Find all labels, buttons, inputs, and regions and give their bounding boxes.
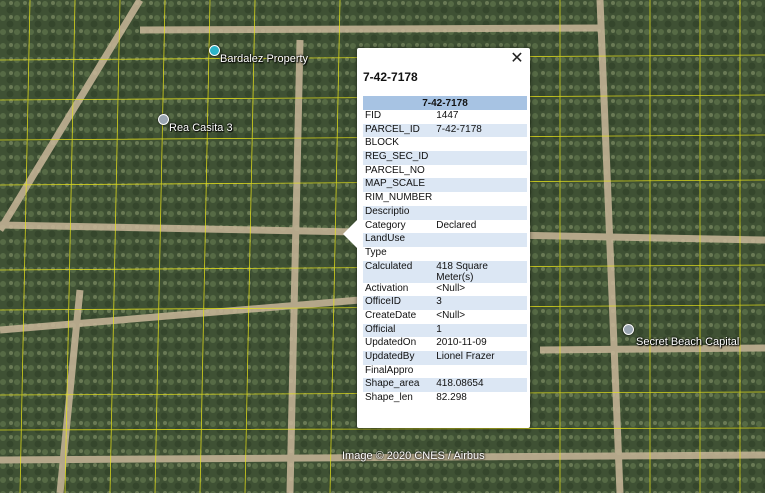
attribute-row: Descriptio bbox=[363, 205, 527, 220]
attribute-row: OfficeID 3 bbox=[363, 296, 527, 310]
rea-casita-pin-icon[interactable] bbox=[158, 114, 169, 125]
attribute-row: Official 1 bbox=[363, 323, 527, 338]
attribute-row: REG_SEC_ID bbox=[363, 151, 527, 165]
attribute-value: 2010-11-09 bbox=[436, 337, 487, 349]
attribute-value bbox=[434, 247, 527, 261]
attribute-key: RIM_NUMBER bbox=[365, 192, 433, 204]
place-label-bardalez-property[interactable]: Bardalez Property bbox=[220, 53, 308, 65]
attribute-row: BLOCK bbox=[363, 137, 527, 151]
close-icon[interactable]: ✕ bbox=[508, 50, 526, 68]
attribute-value: 418.08654 bbox=[434, 378, 527, 393]
attribute-row: CreateDate <Null> bbox=[363, 310, 527, 324]
attribute-key: Calculated bbox=[363, 260, 435, 283]
attribute-key: FinalAppro bbox=[365, 364, 414, 376]
attribute-key: REG_SEC_ID bbox=[363, 151, 435, 165]
attribute-row: LandUse bbox=[363, 233, 527, 247]
attribute-table-header: 7-42-7178 bbox=[363, 96, 527, 110]
attribute-value: <Null> bbox=[436, 282, 466, 294]
attribute-key: UpdatedOn bbox=[365, 337, 417, 349]
attribute-key: OfficeID bbox=[363, 296, 435, 310]
place-label-secret-beach-capital[interactable]: Secret Beach Capital bbox=[636, 336, 739, 348]
popup-pointer bbox=[343, 220, 357, 248]
attribute-key: PARCEL_ID bbox=[363, 123, 435, 138]
attribute-key: Shape_area bbox=[363, 378, 435, 393]
attribute-key: FID bbox=[365, 110, 382, 121]
attribute-value bbox=[434, 137, 527, 151]
attribute-key: BLOCK bbox=[365, 137, 399, 149]
imagery-attribution: Image © 2020 CNES / Airbus bbox=[342, 450, 485, 462]
attribute-value: 3 bbox=[434, 296, 527, 310]
attribute-row: Activation <Null> bbox=[363, 283, 527, 297]
attribute-value: 1 bbox=[434, 323, 527, 338]
attribute-row: FinalAppro bbox=[363, 365, 527, 379]
attribute-value bbox=[434, 205, 527, 220]
parcel-info-popup: ✕ 7-42-7178 7-42-7178 FID 1447 PARCEL_ID 7-… bbox=[343, 48, 530, 428]
secret-beach-capital-pin-icon[interactable] bbox=[623, 324, 634, 335]
attribute-value: Lionel Frazer bbox=[434, 351, 527, 365]
place-label-rea-casita-3[interactable]: Rea Casita 3 bbox=[169, 122, 233, 134]
attribute-value: 7-42-7178 bbox=[434, 123, 527, 138]
attribute-row: MAP_SCALE bbox=[363, 178, 527, 193]
attribute-value: 1447 bbox=[436, 110, 459, 121]
attribute-value: 418 Square Meter(s) bbox=[434, 260, 527, 283]
attribute-key: Descriptio bbox=[363, 205, 435, 220]
attribute-key: Shape_len bbox=[365, 392, 413, 404]
attribute-value: 82.298 bbox=[436, 392, 467, 404]
attribute-key: PARCEL_NO bbox=[365, 164, 425, 176]
attribute-row: Type bbox=[363, 247, 527, 261]
bardalez-property-pin-icon[interactable] bbox=[209, 45, 220, 56]
attribute-value: Declared bbox=[436, 219, 477, 231]
attribute-value: <Null> bbox=[436, 309, 466, 321]
attribute-key: UpdatedBy bbox=[363, 351, 435, 365]
attribute-key: MAP_SCALE bbox=[363, 178, 435, 193]
attribute-value bbox=[434, 192, 527, 206]
attribute-row: FID 1447 bbox=[363, 110, 527, 124]
attribute-row: Shape_area 418.08654 bbox=[363, 378, 527, 393]
attribute-row: UpdatedBy Lionel Frazer bbox=[363, 351, 527, 365]
attribute-key: Category bbox=[365, 219, 406, 231]
attribute-key: Official bbox=[363, 323, 435, 338]
attribute-row: Category Declared bbox=[363, 220, 527, 234]
attribute-value bbox=[434, 233, 527, 247]
attribute-row: UpdatedOn 2010-11-09 bbox=[363, 337, 527, 351]
attribute-table: 7-42-7178 FID 1447 PARCEL_ID 7-42-7178 BLOCK… bbox=[363, 96, 527, 406]
attribute-key: Activation bbox=[365, 282, 409, 294]
attribute-row: RIM_NUMBER bbox=[363, 192, 527, 206]
attribute-row: PARCEL_ID 7-42-7178 bbox=[363, 123, 527, 138]
attribute-key: CreateDate bbox=[365, 309, 417, 321]
attribute-key: LandUse bbox=[363, 233, 435, 247]
attribute-key: Type bbox=[365, 246, 387, 258]
attribute-row: Shape_len 82.298 bbox=[363, 392, 527, 406]
attribute-value bbox=[434, 151, 527, 165]
popup-title: 7-42-7178 bbox=[363, 70, 418, 84]
attribute-value bbox=[434, 178, 527, 193]
attribute-value bbox=[434, 165, 527, 179]
attribute-row: PARCEL_NO bbox=[363, 165, 527, 179]
attribute-value bbox=[434, 365, 527, 379]
attribute-row: Calculated 418 Square Meter(s) bbox=[363, 260, 527, 283]
